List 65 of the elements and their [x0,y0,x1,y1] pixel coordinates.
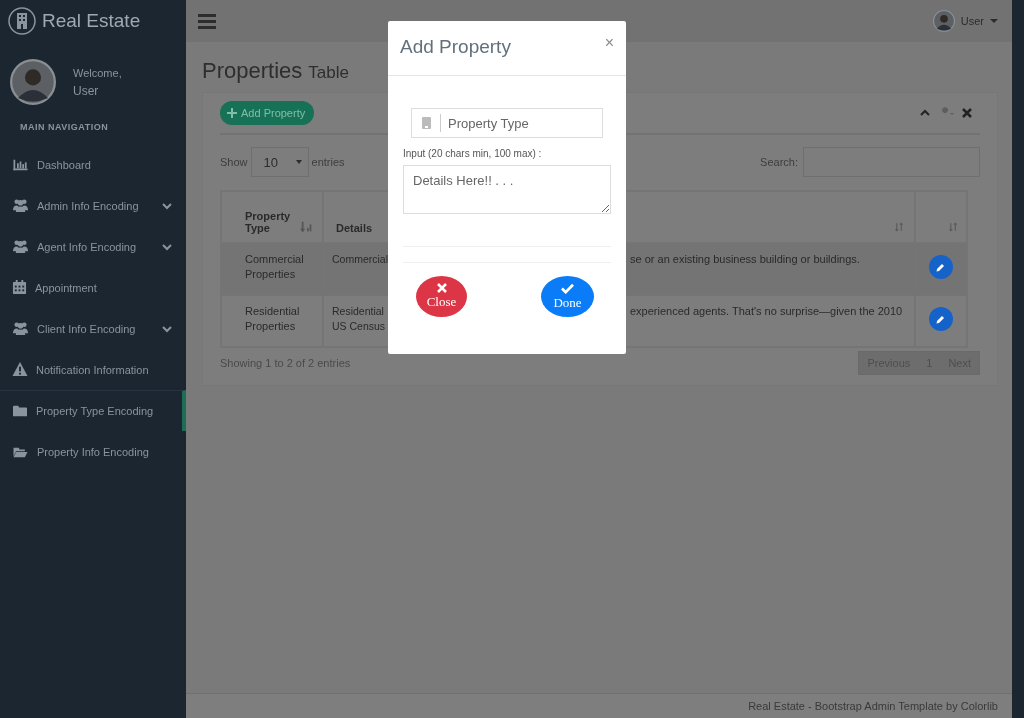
welcome-text: Welcome, [73,66,122,79]
page-subtitle: Table [308,63,349,83]
avatar [932,10,955,32]
calendar-icon [12,280,27,295]
chevron-down-icon [162,323,172,334]
plus-icon [227,108,237,118]
nav-item[interactable]: Notification Information [0,349,186,390]
sort-ascending-icon [300,220,314,234]
nav-item[interactable]: Dashboard [0,144,186,185]
nav-item[interactable]: Appointment [0,267,186,308]
users-icon [12,198,29,213]
edit-button[interactable] [929,307,953,331]
page-title: Properties [202,58,303,84]
x-icon [436,283,447,293]
close-dialog-button[interactable]: Close [416,276,467,317]
search-label: Search: [760,156,798,168]
warning-icon [12,362,28,377]
details-text: experienced agents. That's no surprise—given the 2010 [630,304,904,319]
show-label: Show [220,156,248,168]
scrollbar[interactable] [1012,0,1024,718]
nav-item[interactable]: Property Info Encoding [0,431,186,472]
menu-icon [198,13,216,29]
document-icon [420,117,432,129]
modal-title: Add Property [400,36,511,58]
details-text: Commercial [332,252,389,267]
caret-down-icon [990,19,998,23]
close-button[interactable]: × [604,36,614,50]
caret-down-icon [295,160,302,164]
add-property-button[interactable]: Add Property [220,101,315,125]
table-cell-text: Commercial Properties [244,252,305,282]
pencil-icon [935,261,947,273]
entries-select[interactable]: 10 [250,147,309,177]
property-type-field[interactable]: Property Type [411,108,603,138]
nav-item[interactable]: Client Info Encoding [0,308,186,349]
chevron-down-icon [162,241,172,252]
brand-name: Real Estate [42,10,141,32]
pencil-icon [935,313,947,325]
bar-chart-icon [12,157,29,172]
users-icon [12,321,29,336]
entries-label: entries [311,156,345,168]
nav-item[interactable]: Agent Info Encoding [0,226,186,267]
users-icon [12,239,29,254]
folder-icon [12,404,28,418]
details-field[interactable]: Details Here!! . . . [403,165,611,214]
user-menu[interactable]: User [932,10,998,32]
nav-item[interactable]: Admin Info Encoding [0,185,186,226]
table-cell-text: Residential Properties [244,304,301,334]
section-heading: MAIN NAVIGATION [19,121,110,132]
close-icon [962,108,972,118]
sort-icon [894,220,906,234]
chevron-down-icon [162,200,172,211]
details-text: Residential [332,304,385,319]
sort-icon [948,220,960,234]
edit-button[interactable] [929,255,953,279]
user-name: User [73,83,100,98]
column-header[interactable]: Property Type [221,191,323,243]
details-text: US Census [332,319,387,334]
check-icon [561,282,574,294]
footer-text: Real Estate - Bootstrap Admin Template by Colorlib [748,700,998,712]
done-button[interactable]: Done [541,276,594,317]
building-logo-icon [8,7,36,35]
input-hint: Input (20 chars min, 100 max) : [403,148,543,159]
avatar [10,59,56,105]
chevron-up-icon [920,108,930,118]
details-text: se or an existing business building or buildings. [630,252,861,267]
